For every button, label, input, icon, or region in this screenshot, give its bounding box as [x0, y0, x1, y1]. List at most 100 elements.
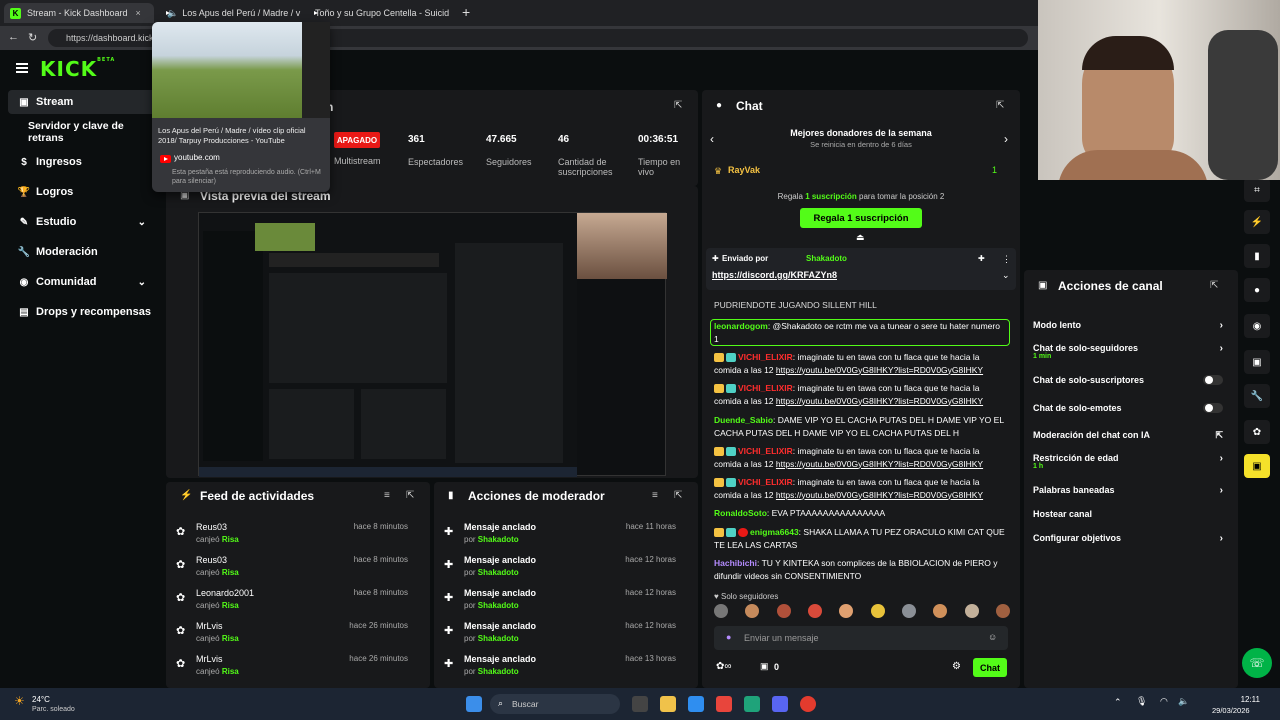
- action-followers-only[interactable]: Chat de solo-seguidores 1 min ›: [1033, 343, 1223, 360]
- pin-icon[interactable]: ✚: [978, 254, 985, 263]
- kick-logo[interactable]: KICKBETA: [40, 57, 115, 81]
- pinned-user[interactable]: Shakadoto: [806, 254, 847, 263]
- chat-username[interactable]: VICHI_ELIXIR: [738, 383, 793, 393]
- gear-icon[interactable]: ⚙: [952, 661, 961, 672]
- wrench-icon[interactable]: 🔧: [1244, 384, 1270, 408]
- chat-username[interactable]: Duende_Sabio: [714, 415, 773, 425]
- emote-icon[interactable]: [745, 604, 760, 618]
- emote-icon[interactable]: [870, 604, 885, 618]
- chat-link[interactable]: https://youtu.be/0V0GyG8IHKY?list=RD0V0G…: [776, 396, 983, 406]
- mod-user[interactable]: Shakadoto: [478, 535, 519, 544]
- hamburger-menu-icon[interactable]: [16, 63, 28, 73]
- file-explorer-icon[interactable]: [660, 696, 676, 712]
- windows-start-icon[interactable]: [466, 696, 482, 712]
- sidebar-item-ingresos[interactable]: $ Ingresos: [8, 150, 156, 174]
- chat-bubble-icon[interactable]: ●: [1244, 278, 1270, 302]
- support-icon[interactable]: ☏: [1242, 648, 1272, 678]
- feed-user[interactable]: Reus03: [196, 522, 227, 532]
- tab-youtube-centella[interactable]: Toño y su Grupo Centella - Suicid ×: [310, 3, 450, 23]
- action-banned-words[interactable]: Palabras baneadas ›: [1033, 485, 1223, 496]
- feed-user[interactable]: MrLvis: [196, 621, 223, 631]
- tab-kick-dashboard[interactable]: K Stream - Kick Dashboard ×: [4, 3, 154, 23]
- sidebar-item-stream[interactable]: ▣ Stream: [8, 90, 156, 114]
- feed-user[interactable]: Leonardo2001: [196, 588, 254, 598]
- feed-user[interactable]: Reus03: [196, 555, 227, 565]
- tab-youtube-apus[interactable]: 🔈 Los Apus del Perú / Madre / v ×: [162, 3, 302, 23]
- action-age-restriction[interactable]: Restricción de edad 1 h ›: [1033, 453, 1223, 470]
- reload-icon[interactable]: ↻: [28, 31, 37, 44]
- chat-username[interactable]: Hachibichi: [714, 558, 757, 568]
- emote-icon[interactable]: [901, 604, 916, 618]
- sidebar-item-server-key[interactable]: Servidor y clave de retrans: [8, 120, 156, 144]
- volume-icon[interactable]: 🔈: [1178, 696, 1189, 707]
- subs-only-toggle[interactable]: [1203, 375, 1223, 385]
- crop-icon[interactable]: ⌗: [1244, 178, 1270, 202]
- sidebar-item-drops[interactable]: ▤ Drops y recompensas: [8, 300, 156, 324]
- monitor-icon[interactable]: ▣: [1244, 350, 1270, 374]
- chat-link[interactable]: https://youtu.be/0V0GyG8IHKY?list=RD0V0G…: [776, 490, 983, 500]
- taskbar-search[interactable]: ⌕ Buscar: [490, 694, 620, 714]
- task-view-icon[interactable]: [632, 696, 648, 712]
- emote-icon[interactable]: [964, 604, 979, 618]
- emote-icon[interactable]: [714, 604, 728, 618]
- expand-icon[interactable]: ⇱: [674, 490, 682, 501]
- mod-user[interactable]: Shakadoto: [478, 601, 519, 610]
- chat-username[interactable]: enigma6643: [750, 527, 799, 537]
- expand-icon[interactable]: ⇱: [674, 100, 682, 111]
- chat-username[interactable]: leonardogom: [714, 321, 768, 331]
- expand-icon[interactable]: ⇱: [406, 490, 414, 501]
- filter-icon[interactable]: ≡: [384, 490, 390, 501]
- broadcast-icon[interactable]: ◉: [1244, 314, 1270, 338]
- sidebar-item-moderacion[interactable]: 🔧 Moderación: [8, 240, 156, 264]
- emote-icon[interactable]: [839, 604, 854, 618]
- filter-icon[interactable]: ≡: [652, 490, 658, 501]
- expand-icon[interactable]: ⇱: [996, 100, 1004, 111]
- chevron-up-icon[interactable]: ⌃: [1114, 697, 1122, 708]
- action-host-channel[interactable]: Hostear canal: [1033, 509, 1223, 519]
- feed-user[interactable]: MrLvis: [196, 654, 223, 664]
- expand-icon[interactable]: ⇱: [1210, 280, 1218, 291]
- new-tab-icon[interactable]: +: [462, 4, 470, 20]
- back-icon[interactable]: ←: [8, 31, 19, 43]
- clock-time[interactable]: 12:11: [1220, 695, 1260, 704]
- mod-user[interactable]: Shakadoto: [478, 634, 519, 643]
- emote-icon[interactable]: [776, 604, 791, 618]
- collapse-icon[interactable]: ⏏: [856, 232, 865, 243]
- sidebar-item-estudio[interactable]: ✎ Estudio ⌄: [8, 210, 156, 234]
- edge-icon[interactable]: [744, 696, 760, 712]
- mod-user[interactable]: Shakadoto: [478, 568, 519, 577]
- chrome-icon[interactable]: [800, 696, 816, 712]
- action-slow-mode[interactable]: Modo lento ›: [1033, 320, 1223, 331]
- gift-sub-button[interactable]: Regala 1 suscripción: [800, 208, 922, 228]
- top-donor-name[interactable]: RayVak: [728, 165, 760, 175]
- chevron-down-icon[interactable]: ⌄: [1002, 270, 1010, 281]
- mod-user[interactable]: Shakadoto: [478, 667, 519, 676]
- close-icon[interactable]: ×: [136, 8, 141, 18]
- chat-username[interactable]: VICHI_ELIXIR: [738, 352, 793, 362]
- wifi-icon[interactable]: ◠: [1160, 696, 1168, 707]
- copilot-icon[interactable]: [688, 696, 704, 712]
- action-goals[interactable]: Configurar objetivos ›: [1033, 533, 1223, 544]
- points-icon[interactable]: ✿: [1244, 420, 1270, 444]
- chat-link[interactable]: https://youtu.be/0V0GyG8IHKY?list=RD0V0G…: [776, 459, 983, 469]
- store-icon[interactable]: [716, 696, 732, 712]
- action-ai-moderation[interactable]: Moderación del chat con IA ⇱: [1033, 430, 1223, 440]
- chat-username[interactable]: RonaldoSoto: [714, 508, 767, 518]
- mic-icon[interactable]: 🎙: [1136, 696, 1147, 707]
- emotes-only-toggle[interactable]: [1203, 403, 1223, 413]
- document-icon[interactable]: ▮: [1244, 244, 1270, 268]
- stream-preview-video[interactable]: [198, 212, 667, 477]
- chat-username[interactable]: VICHI_ELIXIR: [738, 477, 793, 487]
- emote-icon[interactable]: [995, 604, 1010, 618]
- multistream-label[interactable]: Multistream: [334, 156, 381, 166]
- chat-link[interactable]: https://youtu.be/0V0GyG8IHKY?list=RD0V0G…: [776, 365, 983, 375]
- gift-icon[interactable]: ▣: [1244, 454, 1270, 478]
- emote-icon[interactable]: [807, 604, 822, 618]
- kick-points-icon[interactable]: ✿∞: [716, 661, 732, 672]
- discord-icon[interactable]: [772, 696, 788, 712]
- chat-username[interactable]: VICHI_ELIXIR: [738, 446, 793, 456]
- chat-input[interactable]: ● Enviar un mensaje ☺: [714, 626, 1008, 650]
- more-icon[interactable]: ⋮: [1002, 254, 1011, 265]
- emote-icon[interactable]: [933, 604, 948, 618]
- sidebar-item-logros[interactable]: 🏆 Logros: [8, 180, 156, 204]
